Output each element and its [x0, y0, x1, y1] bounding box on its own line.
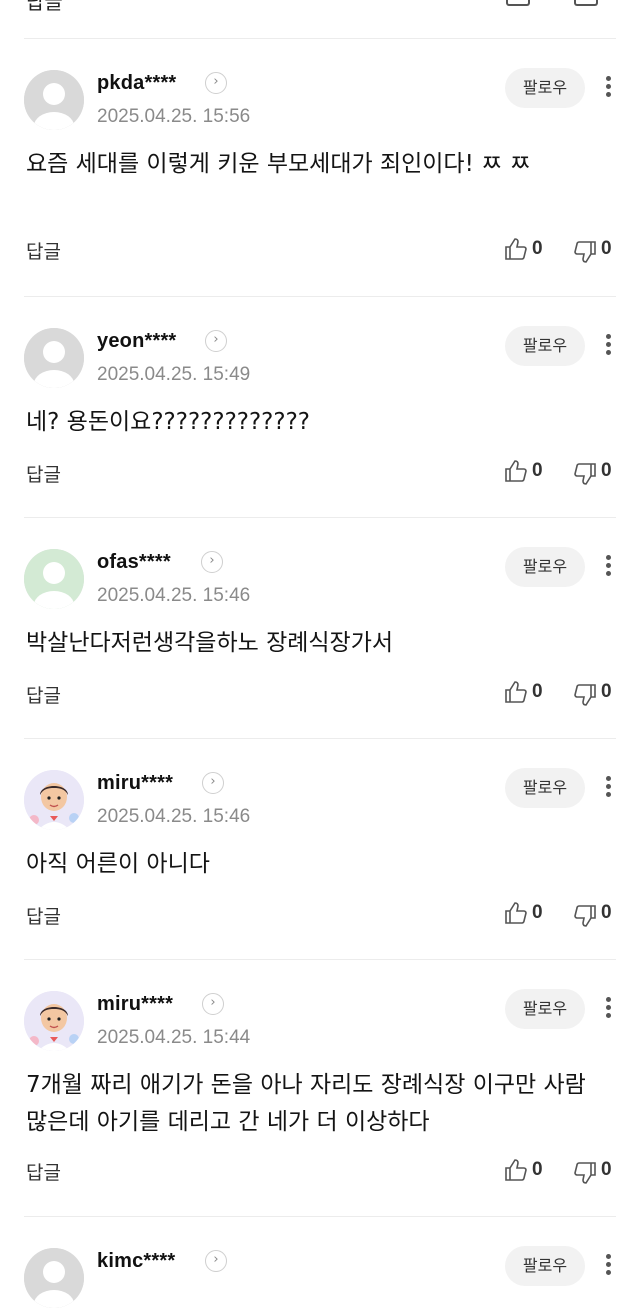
timestamp: 2025.04.25. 15:46	[97, 806, 251, 827]
comment-text: 7개월 짜리 애기가 돈을 아나 자리도 장례식장 이구만 사람 많은데 아기를…	[26, 1072, 586, 1135]
thumbs-down-icon[interactable]	[573, 240, 597, 264]
like-count: 0	[532, 460, 543, 481]
cartoon-boy-avatar-icon	[24, 991, 84, 1051]
username[interactable]: pkda****	[97, 72, 176, 95]
chevron-right-icon[interactable]: ›	[205, 1250, 227, 1272]
reply-button[interactable]: 답글	[26, 1158, 61, 1185]
reply-button[interactable]: 답글	[26, 460, 61, 487]
follow-button[interactable]: 팔로우	[505, 1246, 585, 1286]
dislike-count: 0	[601, 902, 612, 923]
reply-button[interactable]: 답글	[26, 902, 61, 929]
cartoon-boy-avatar-icon	[24, 770, 84, 830]
reply-button[interactable]: 답글	[26, 237, 61, 264]
timestamp: 2025.04.25. 15:56	[97, 106, 251, 127]
more-options-icon[interactable]	[600, 773, 616, 803]
like-count: 0	[532, 681, 543, 702]
username[interactable]: miru****	[97, 993, 173, 1016]
follow-button[interactable]: 팔로우	[505, 547, 585, 587]
dislike-count: 0	[601, 460, 612, 481]
divider	[24, 1216, 616, 1217]
username[interactable]: kimc****	[97, 1250, 175, 1273]
default-avatar-icon	[24, 70, 84, 130]
thumbs-up-icon[interactable]	[506, 0, 530, 6]
chevron-right-icon[interactable]: ›	[205, 330, 227, 352]
username[interactable]: yeon****	[97, 330, 176, 353]
more-options-icon[interactable]	[600, 73, 616, 103]
timestamp: 2025.04.25. 15:46	[97, 585, 251, 606]
more-options-icon[interactable]	[600, 552, 616, 582]
chevron-right-icon[interactable]: ›	[202, 772, 224, 794]
dislike-count: 0	[601, 238, 612, 259]
default-avatar-icon	[24, 549, 84, 609]
default-avatar-icon	[24, 328, 84, 388]
follow-button[interactable]: 팔로우	[505, 68, 585, 108]
previous-comment-footer: 답글	[0, 0, 640, 40]
thumbs-down-icon[interactable]	[573, 904, 597, 928]
divider	[24, 738, 616, 739]
reply-button[interactable]: 답글	[26, 681, 61, 708]
username[interactable]: miru****	[97, 772, 173, 795]
thumbs-up-icon[interactable]	[504, 680, 528, 704]
more-options-icon[interactable]	[600, 994, 616, 1024]
divider	[24, 959, 616, 960]
avatar[interactable]	[24, 328, 84, 388]
thumbs-up-icon[interactable]	[504, 901, 528, 925]
timestamp: 2025.04.25. 15:49	[97, 364, 251, 385]
thumbs-up-icon[interactable]	[504, 237, 528, 261]
thumbs-down-icon[interactable]	[574, 0, 598, 6]
like-count: 0	[532, 238, 543, 259]
comment-text: 아직 어른이 아니다	[26, 851, 210, 877]
thumbs-up-icon[interactable]	[504, 459, 528, 483]
divider	[24, 38, 616, 39]
dislike-count: 0	[601, 1159, 612, 1180]
avatar[interactable]	[24, 549, 84, 609]
follow-button[interactable]: 팔로우	[505, 326, 585, 366]
comment-text: 요즘 세대를 이렇게 키운 부모세대가 죄인이다! ㅉ ㅉ	[26, 151, 531, 177]
dislike-count: 0	[601, 681, 612, 702]
like-count: 0	[532, 1159, 543, 1180]
thumbs-up-icon[interactable]	[504, 1158, 528, 1182]
chevron-right-icon[interactable]: ›	[205, 72, 227, 94]
follow-button[interactable]: 팔로우	[505, 768, 585, 808]
timestamp: 2025.04.25. 15:44	[97, 1027, 251, 1048]
comment-text: 네? 용돈이요?????????????	[26, 409, 311, 435]
more-options-icon[interactable]	[600, 331, 616, 361]
avatar[interactable]	[24, 991, 84, 1051]
thumbs-down-icon[interactable]	[573, 1161, 597, 1185]
username[interactable]: ofas****	[97, 551, 171, 574]
divider	[24, 296, 616, 297]
reply-button[interactable]: 답글	[26, 0, 63, 15]
thumbs-down-icon[interactable]	[573, 683, 597, 707]
default-avatar-icon	[24, 1248, 84, 1308]
divider	[24, 517, 616, 518]
comment-text: 박살난다저런생각을하노 장례식장가서	[26, 630, 394, 656]
chevron-right-icon[interactable]: ›	[202, 993, 224, 1015]
avatar[interactable]	[24, 770, 84, 830]
thumbs-down-icon[interactable]	[573, 462, 597, 486]
chevron-right-icon[interactable]: ›	[201, 551, 223, 573]
follow-button[interactable]: 팔로우	[505, 989, 585, 1029]
avatar[interactable]	[24, 1248, 84, 1308]
avatar[interactable]	[24, 70, 84, 130]
like-count: 0	[532, 902, 543, 923]
more-options-icon[interactable]	[600, 1251, 616, 1281]
